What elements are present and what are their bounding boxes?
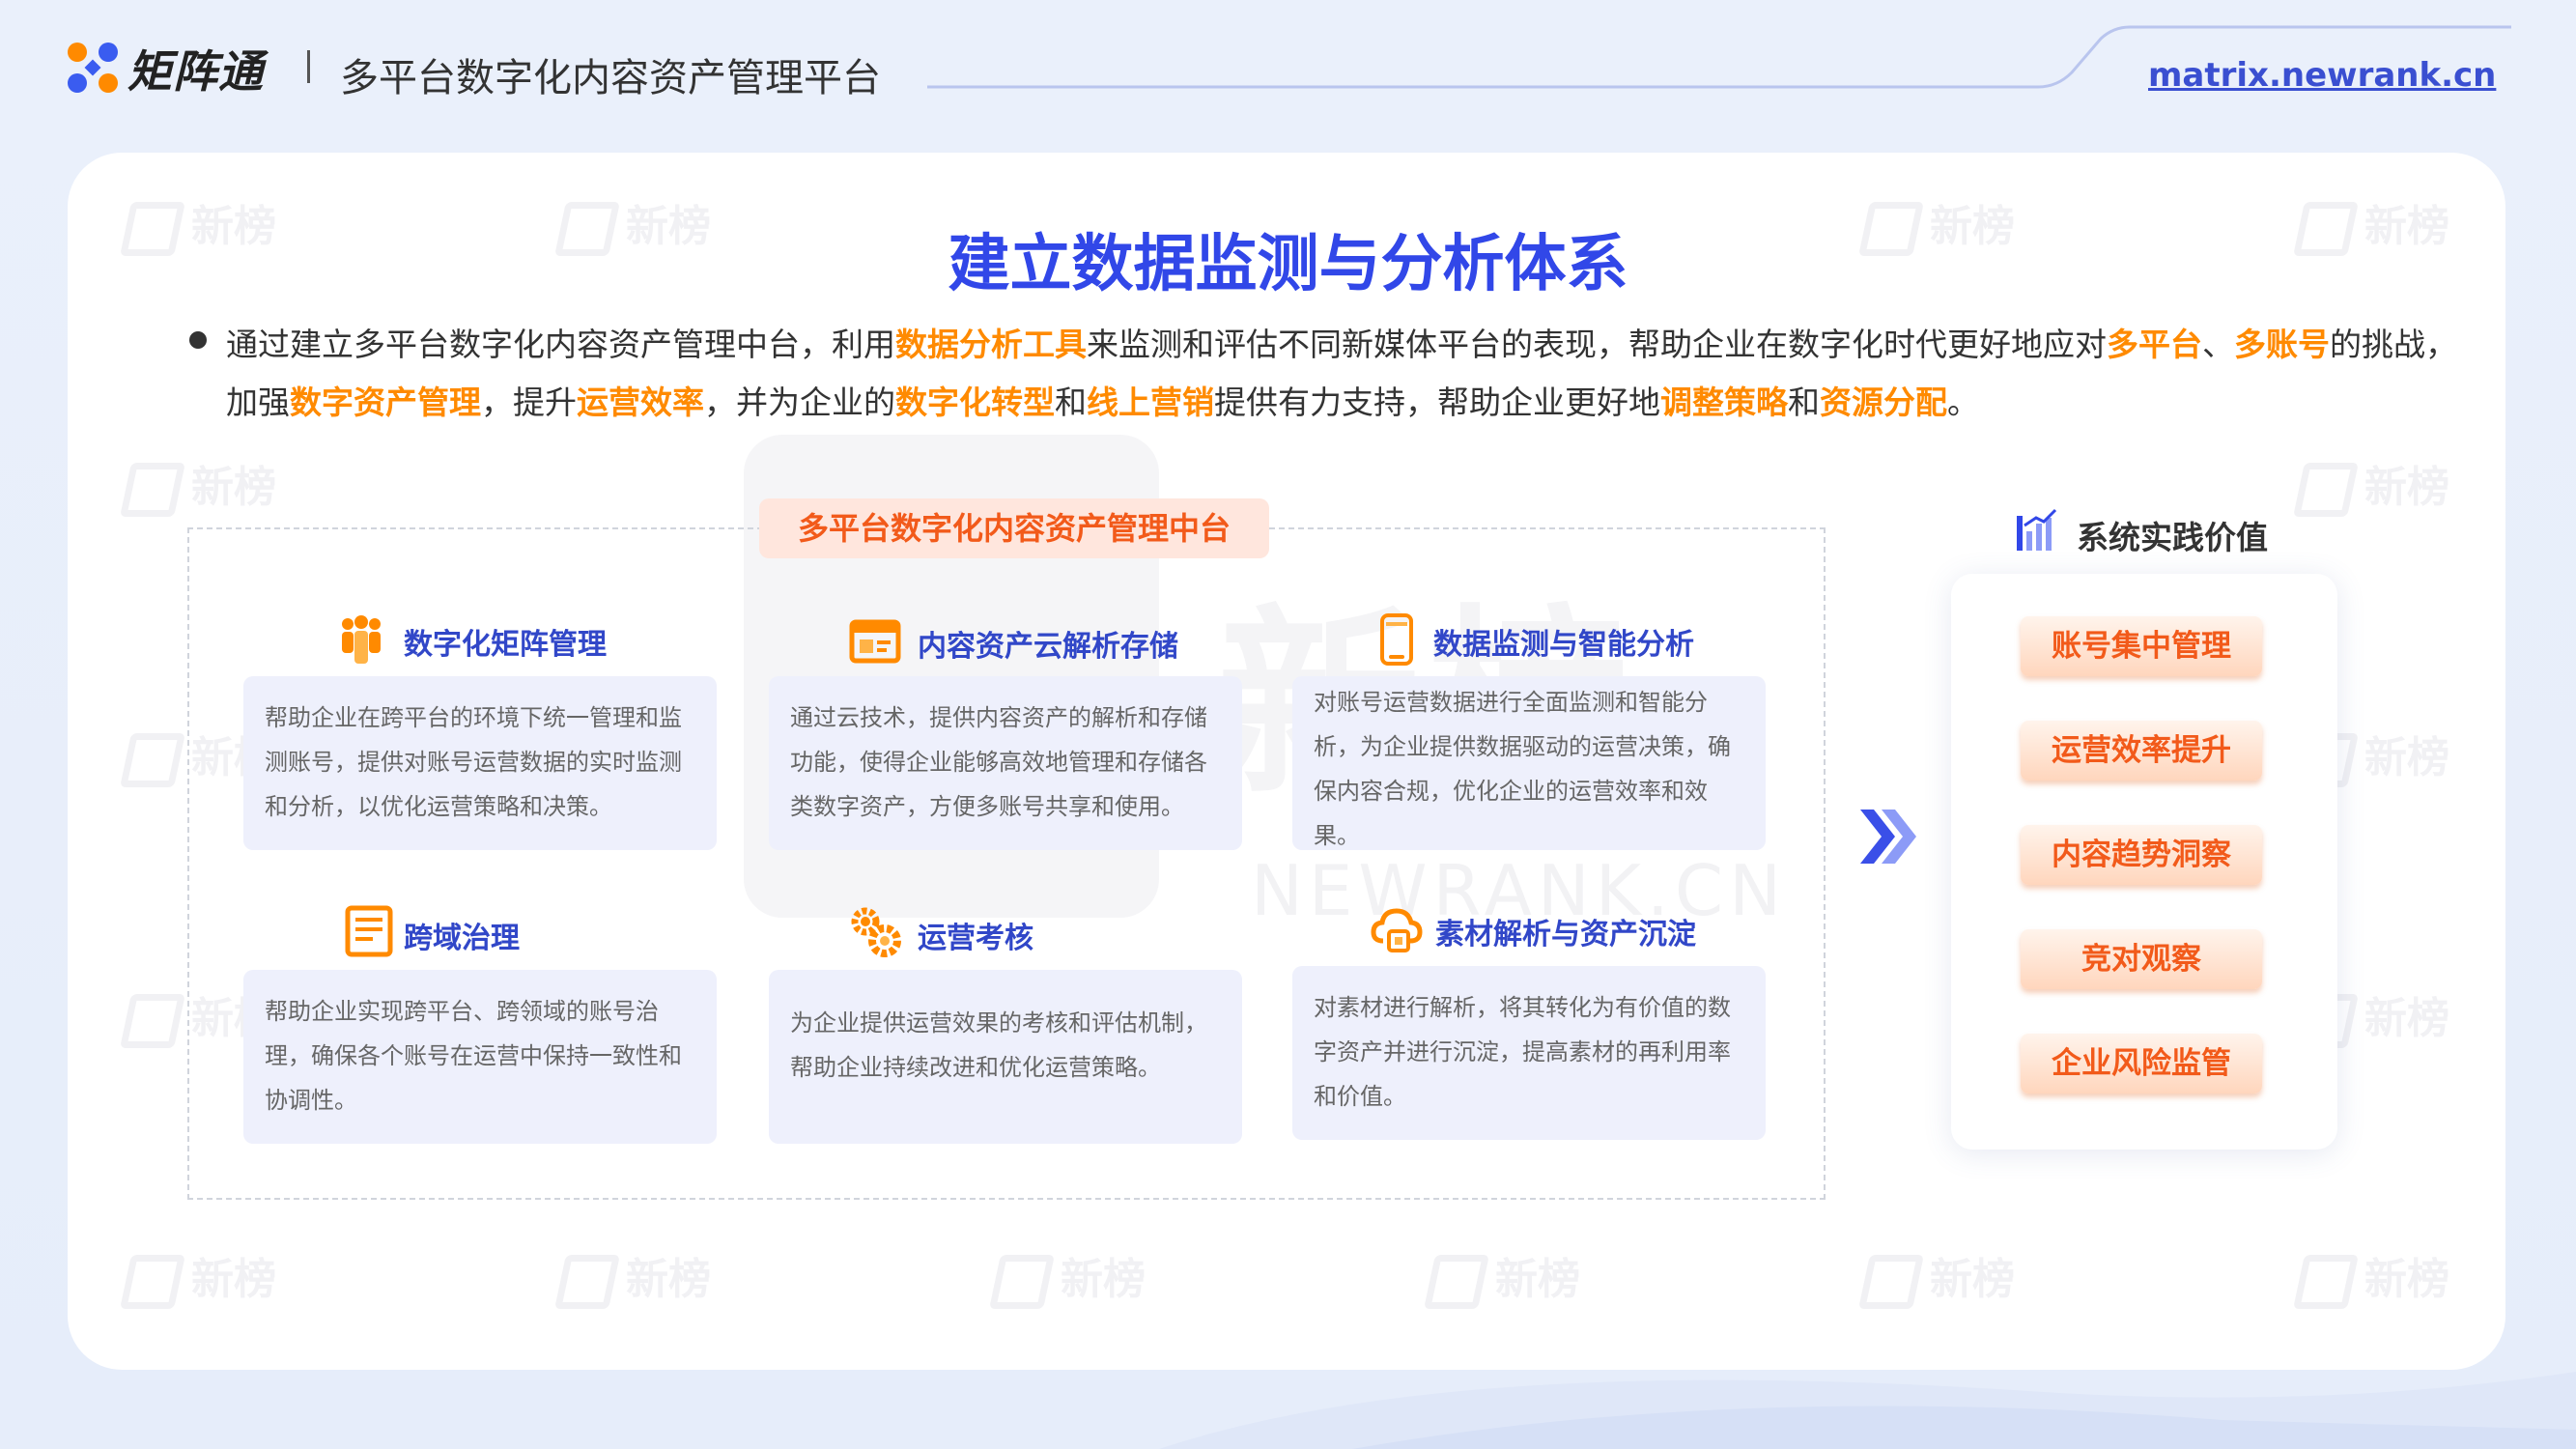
header-subtitle: 多平台数字化内容资产管理平台 bbox=[340, 56, 881, 100]
highlight-phrase: 多账号 bbox=[2234, 326, 2330, 363]
intro-text: 和 bbox=[1788, 384, 1820, 421]
value-tag: 运营效率提升 bbox=[2021, 721, 2262, 781]
intro-text: 提供有力支持，帮助企业更好地 bbox=[1214, 384, 1660, 421]
watermark: 新榜 bbox=[1858, 1244, 2015, 1309]
highlight-phrase: 数字资产管理 bbox=[290, 384, 481, 421]
gears-icon bbox=[851, 907, 901, 957]
highlight-phrase: 多平台 bbox=[2107, 326, 2202, 363]
people-icon bbox=[342, 615, 381, 664]
value-tag: 竞对观察 bbox=[2021, 929, 2262, 989]
watermark: 新榜 bbox=[120, 452, 276, 517]
intro-text: 加强 bbox=[226, 384, 290, 421]
matrix-logo-icon bbox=[68, 43, 118, 93]
watermark: 新榜 bbox=[120, 1244, 276, 1309]
header-divider bbox=[307, 50, 310, 83]
feature-description: 对素材进行解析，将其转化为有价值的数字资产并进行沉淀，提高素材的再利用率和价值。 bbox=[1292, 966, 1766, 1140]
intro-text: 和 bbox=[1055, 384, 1087, 421]
highlight-phrase: 线上营销 bbox=[1087, 384, 1214, 421]
watermark: 新榜 bbox=[2293, 452, 2449, 517]
value-tag: 账号集中管理 bbox=[2021, 616, 2262, 676]
feature-title: 运营考核 bbox=[918, 922, 1033, 955]
values-title: 系统实践价值 bbox=[2077, 519, 2268, 556]
feature-description: 为企业提供运营效果的考核和评估机制，帮助企业持续改进和优化运营策略。 bbox=[769, 970, 1242, 1144]
watermark: 新榜 bbox=[554, 1244, 711, 1309]
highlight-phrase: 数据分析工具 bbox=[895, 326, 1087, 363]
feature-title: 数据监测与智能分析 bbox=[1433, 628, 1694, 662]
bullet-dot bbox=[189, 331, 207, 349]
intro-text: 的挑战， bbox=[2330, 326, 2457, 363]
mobile-phone-icon bbox=[1380, 613, 1413, 666]
feature-description: 帮助企业实现跨平台、跨领域的账号治理，确保各个账号在运营中保持一致性和协调性。 bbox=[243, 970, 717, 1144]
page-title: 建立数据监测与分析体系 bbox=[948, 229, 1628, 300]
brand-name: 矩阵通 bbox=[127, 45, 264, 98]
value-tag: 内容趋势洞察 bbox=[2021, 825, 2262, 885]
document-icon bbox=[345, 905, 393, 957]
browser-window-icon bbox=[849, 619, 901, 664]
feature-title: 数字化矩阵管理 bbox=[404, 628, 607, 662]
bar-chart-icon bbox=[2017, 508, 2057, 551]
intro-text: 、 bbox=[2202, 326, 2234, 363]
highlight-phrase: 数字化转型 bbox=[895, 384, 1055, 421]
platform-title: 多平台数字化内容资产管理中台 bbox=[759, 498, 1269, 558]
feature-title: 跨域治理 bbox=[404, 922, 520, 955]
feature-title: 素材解析与资产沉淀 bbox=[1435, 918, 1696, 952]
intro-text: ，并为企业的 bbox=[704, 384, 895, 421]
feature-title: 内容资产云解析存储 bbox=[918, 630, 1178, 664]
value-tag: 企业风险监管 bbox=[2021, 1034, 2262, 1094]
intro-text: 通过建立多平台数字化内容资产管理中台，利用 bbox=[226, 326, 895, 363]
intro-line-2: 加强数字资产管理，提升运营效率，并为企业的数字化转型和线上营销提供有力支持，帮助… bbox=[226, 377, 1979, 423]
intro-text: 来监测和评估不同新媒体平台的表现，帮助企业在数字化时代更好地应对 bbox=[1087, 326, 2107, 363]
watermark: 新榜 bbox=[989, 1244, 1146, 1309]
highlight-phrase: 调整策略 bbox=[1660, 384, 1788, 421]
feature-description: 通过云技术，提供内容资产的解析和存储功能，使得企业能够高效地管理和存储各类数字资… bbox=[769, 676, 1242, 850]
highlight-phrase: 运营效率 bbox=[577, 384, 704, 421]
website-link[interactable]: matrix.newrank.cn bbox=[2148, 56, 2496, 95]
bottom-decoration bbox=[1159, 1372, 2576, 1449]
watermark: 新榜 bbox=[2293, 1244, 2449, 1309]
double-chevron-right-icon bbox=[1860, 810, 1916, 864]
intro-text: ，提升 bbox=[481, 384, 577, 421]
watermark: 新榜 bbox=[1424, 1244, 1580, 1309]
intro-text: 。 bbox=[1947, 384, 1979, 421]
intro-line-1: 通过建立多平台数字化内容资产管理中台，利用数据分析工具来监测和评估不同新媒体平台… bbox=[226, 319, 2457, 365]
cloud-icon bbox=[1371, 908, 1423, 952]
feature-description: 对账号运营数据进行全面监测和智能分析，为企业提供数据驱动的运营决策，确保内容合规… bbox=[1292, 676, 1766, 850]
feature-description: 帮助企业在跨平台的环境下统一管理和监测账号，提供对账号运营数据的实时监测和分析，… bbox=[243, 676, 717, 850]
highlight-phrase: 资源分配 bbox=[1820, 384, 1947, 421]
